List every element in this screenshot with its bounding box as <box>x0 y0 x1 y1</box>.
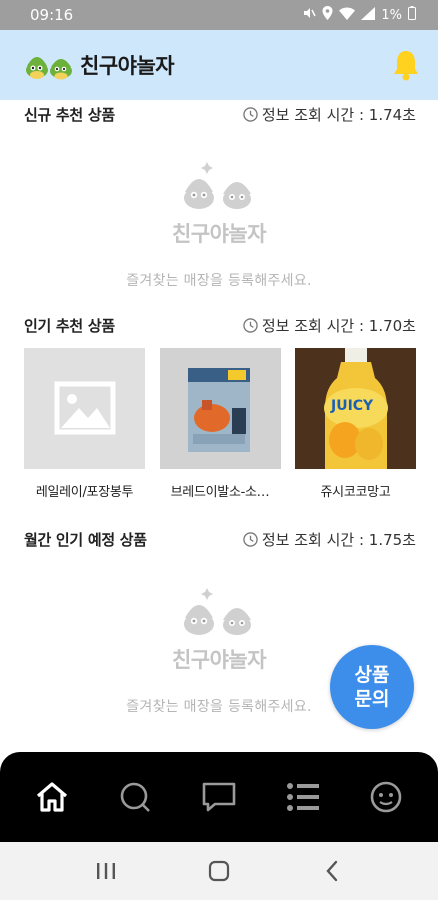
mascot-placeholder-icon <box>179 588 259 642</box>
query-time: 정보 조회 시간 : 1.70초 <box>243 315 416 336</box>
app-header: 친구야놀자 <box>0 30 438 100</box>
product-list: 레일레이/포장봉투 브레드이발소-소… JUICY 쥬시코코망고 <box>24 348 416 500</box>
mascot-placeholder-icon <box>179 162 259 216</box>
system-nav-bar <box>0 842 438 900</box>
mascot-logo-icon <box>24 46 74 84</box>
location-icon <box>322 6 333 24</box>
section-title: 신규 추천 상품 <box>24 106 115 124</box>
status-time: 09:16 <box>30 6 74 24</box>
my-face-icon[interactable] <box>364 775 408 819</box>
product-name: 레일레이/포장봉투 <box>35 485 134 500</box>
query-time: 정보 조회 시간 : 1.75초 <box>243 529 416 550</box>
empty-message: 즐겨찾는 매장을 등록해주세요. <box>126 699 312 715</box>
section-header-monthly: 월간 인기 예정 상품 정보 조회 시간 : 1.75초 <box>24 529 416 550</box>
query-time-text: 정보 조회 시간 : 1.75초 <box>261 531 416 549</box>
product-card[interactable]: JUICY 쥬시코코망고 <box>295 348 416 500</box>
empty-logo-text: 친구야놀자 <box>171 222 267 246</box>
section-header-new: 신규 추천 상품 정보 조회 시간 : 1.74초 <box>24 104 416 125</box>
product-card[interactable]: 레일레이/포장봉투 <box>24 348 145 500</box>
fab-line1: 상품 <box>354 664 390 686</box>
empty-logo-text: 친구야놀자 <box>171 648 267 672</box>
product-name: 쥬시코코망고 <box>320 485 391 500</box>
back-icon[interactable] <box>312 851 352 891</box>
placeholder-image-icon <box>24 348 145 469</box>
wifi-icon <box>339 7 356 24</box>
clock-icon <box>243 532 258 547</box>
bell-icon[interactable] <box>392 49 420 81</box>
query-time: 정보 조회 시간 : 1.74초 <box>243 104 416 125</box>
status-icons: 1% <box>302 6 416 24</box>
battery-icon <box>408 6 416 24</box>
svg-text:JUICY: JUICY <box>330 398 374 414</box>
product-name: 브레드이발소-소… <box>170 485 270 500</box>
clock-icon <box>243 107 258 122</box>
juice-bottle-photo: JUICY <box>295 348 416 469</box>
brand[interactable]: 친구야놀자 <box>24 46 175 84</box>
home-system-icon[interactable] <box>199 851 239 891</box>
product-card[interactable]: 브레드이발소-소… <box>159 348 281 500</box>
toy-box-photo <box>159 348 281 469</box>
empty-message: 즐겨찾는 매장을 등록해주세요. <box>126 273 312 289</box>
product-inquiry-button[interactable]: 상품 문의 <box>330 645 414 729</box>
app-title: 친구야놀자 <box>80 54 175 78</box>
clock-icon <box>243 318 258 333</box>
recent-apps-icon[interactable] <box>86 851 126 891</box>
section-header-popular: 인기 추천 상품 정보 조회 시간 : 1.70초 <box>24 315 416 336</box>
battery-percent: 1% <box>381 7 402 23</box>
signal-icon <box>361 6 376 24</box>
section-title: 인기 추천 상품 <box>24 317 115 335</box>
home-icon[interactable] <box>30 775 74 819</box>
chat-icon[interactable] <box>197 775 241 819</box>
empty-state-new: 친구야놀자 즐겨찾는 매장을 등록해주세요. <box>0 162 438 290</box>
query-time-text: 정보 조회 시간 : 1.74초 <box>261 106 416 124</box>
section-title: 월간 인기 예정 상품 <box>24 531 147 549</box>
mute-icon <box>302 6 317 24</box>
bottom-nav <box>0 752 438 842</box>
list-icon[interactable] <box>281 775 325 819</box>
query-time-text: 정보 조회 시간 : 1.70초 <box>261 317 416 335</box>
fab-line2: 문의 <box>354 688 390 710</box>
app-screen: 09:16 1% 친구야놀자 신규 추천 상품 정보 조회 시간: 1.74초… <box>0 0 438 900</box>
search-icon[interactable] <box>113 775 157 819</box>
status-bar: 09:16 1% <box>0 0 438 30</box>
